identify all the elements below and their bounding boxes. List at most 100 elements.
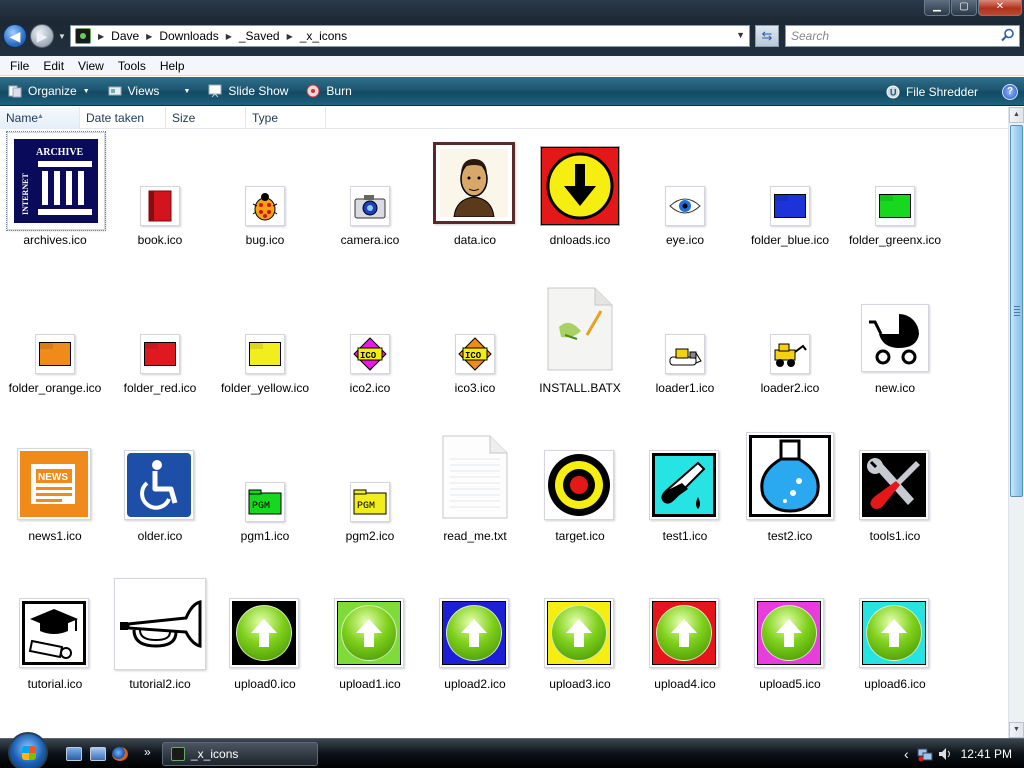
file-item[interactable]: data.ico [425,130,525,270]
ico-badge-text: ICO [465,351,482,361]
maximize-button[interactable]: ▢ [951,0,977,16]
firefox-icon[interactable] [112,747,128,761]
menu-help[interactable]: Help [160,59,185,73]
start-button[interactable] [8,732,48,768]
baby-stroller-icon [865,310,925,366]
file-item[interactable]: ICO ico3.ico [425,278,525,418]
minimize-button[interactable]: ▁ [924,0,950,16]
file-item[interactable]: eye.ico [635,130,735,270]
folder-icon [774,194,806,218]
command-bar-right: U File Shredder ? [878,77,1024,106]
file-item[interactable]: INSTALL.BATX [530,278,630,418]
back-button[interactable]: ◀ [3,24,27,48]
menu-tools[interactable]: Tools [118,59,146,73]
file-item[interactable]: camera.ico [320,130,420,270]
file-item[interactable]: read_me.txt [425,426,525,566]
file-item[interactable]: folder_greenx.ico [845,130,945,270]
file-item[interactable]: folder_red.ico [110,278,210,418]
help-icon[interactable]: ? [1002,84,1018,100]
slideshow-icon [208,84,222,98]
file-item[interactable]: upload0.ico [215,574,315,714]
chevron-right-icon[interactable]: ▶ [226,32,232,41]
menu-edit[interactable]: Edit [43,59,64,73]
column-size[interactable]: Size [166,107,246,129]
search-icon[interactable] [1001,28,1015,42]
address-dropdown-icon[interactable]: ▼ [736,30,745,40]
clock[interactable]: 12:41 PM [961,747,1012,761]
pgm-badge-text: PGM [252,501,270,512]
quick-launch-more[interactable]: » [144,745,151,759]
scroll-down-button[interactable]: ▼ [1009,722,1024,738]
views-button[interactable]: Views [108,84,160,98]
file-item[interactable]: folder_blue.ico [740,130,840,270]
breadcrumb-dave[interactable]: Dave [111,29,139,43]
vertical-scrollbar[interactable]: ▲ ▼ [1008,107,1024,738]
scroll-up-button[interactable]: ▲ [1009,107,1024,123]
scroll-thumb[interactable] [1010,125,1023,497]
folder-location-icon [171,747,185,761]
file-item[interactable]: new.ico [845,278,945,418]
file-item[interactable]: PGM pgm2.ico [320,426,420,566]
file-item[interactable]: test2.ico [740,426,840,566]
tray-expand-icon[interactable]: ‹ [904,746,909,762]
file-item[interactable]: older.ico [110,426,210,566]
breadcrumb-downloads[interactable]: Downloads [159,29,218,43]
file-item[interactable]: book.ico [110,130,210,270]
menu-bar: File Edit View Tools Help [0,56,1024,76]
file-name: upload3.ico [520,677,640,691]
breadcrumb-x-icons[interactable]: _x_icons [300,29,347,43]
chevron-right-icon[interactable]: ▶ [146,32,152,41]
file-name: bug.ico [205,233,325,247]
chevron-right-icon[interactable]: ▶ [98,32,104,41]
bugle-icon [116,580,204,668]
breadcrumb-saved[interactable]: _Saved [239,29,280,43]
file-name: book.ico [100,233,220,247]
menu-view[interactable]: View [78,59,104,73]
column-type[interactable]: Type [246,107,326,129]
file-item[interactable]: upload6.ico [845,574,945,714]
taskbar-window-button[interactable]: _x_icons [162,742,318,766]
file-item[interactable]: folder_orange.ico [5,278,105,418]
file-item[interactable]: upload3.ico [530,574,630,714]
file-item[interactable]: tutorial.ico [5,574,105,714]
forward-button[interactable]: ▶ [30,24,54,48]
file-name: folder_yellow.ico [205,381,325,395]
file-item[interactable]: ICO ico2.ico [320,278,420,418]
network-icon[interactable] [917,746,933,762]
volume-icon[interactable] [937,746,953,762]
refresh-button[interactable]: ⇆ [755,25,779,47]
file-item[interactable]: loader2.ico [740,278,840,418]
file-item[interactable]: PGM pgm1.ico [215,426,315,566]
file-item[interactable]: bug.ico [215,130,315,270]
file-item[interactable]: tools1.ico [845,426,945,566]
recent-pages-dropdown[interactable]: ▼ [58,32,66,41]
file-item[interactable]: upload2.ico [425,574,525,714]
burn-button[interactable]: Burn [306,84,351,98]
chevron-right-icon[interactable]: ▶ [287,32,293,41]
file-item[interactable]: tutorial2.ico [110,574,210,714]
column-date-taken[interactable]: Date taken [80,107,166,129]
file-item[interactable]: upload5.ico [740,574,840,714]
file-item[interactable]: loader1.ico [635,278,735,418]
show-desktop-icon[interactable] [66,747,82,761]
file-item[interactable]: upload4.ico [635,574,735,714]
file-item[interactable]: folder_yellow.ico [215,278,315,418]
file-item[interactable]: test1.ico [635,426,735,566]
switch-windows-icon[interactable] [90,747,106,761]
menu-file[interactable]: File [10,59,29,73]
file-item[interactable]: NEWS news1.ico [5,426,105,566]
address-bar[interactable]: ▶ Dave ▶ Downloads ▶ _Saved ▶ _x_icons ▼ [70,25,750,47]
file-item[interactable]: upload1.ico [320,574,420,714]
close-button[interactable]: ✕ [978,0,1022,16]
file-item[interactable]: dnloads.ico [530,130,630,270]
file-item[interactable]: ARCHIVE INTERNET archives.ico [5,130,105,270]
column-name[interactable]: ▲ Name [0,107,80,129]
shredder-icon: U [886,85,900,99]
file-shredder-button[interactable]: U File Shredder [886,85,978,99]
file-name: pgm2.ico [310,529,430,543]
slideshow-button[interactable]: Slide Show [208,84,288,98]
search-input[interactable]: Search [785,25,1020,47]
views-dropdown[interactable]: ▼ [177,88,190,95]
organize-button[interactable]: Organize ▼ [8,84,90,98]
file-item[interactable]: target.ico [530,426,630,566]
